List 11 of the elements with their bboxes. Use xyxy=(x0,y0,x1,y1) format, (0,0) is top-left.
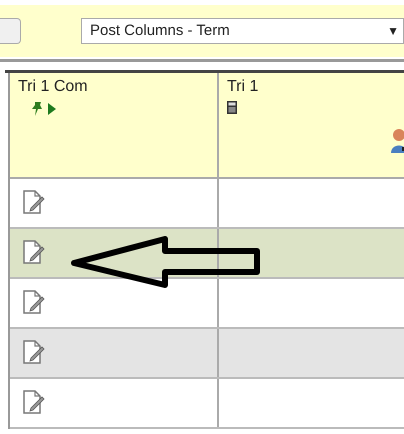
edit-document-icon[interactable] xyxy=(22,289,46,315)
pushpin-icon[interactable] xyxy=(30,101,44,117)
play-icon[interactable] xyxy=(48,103,56,115)
column-header[interactable]: Tri 1 xyxy=(219,73,404,177)
edit-document-icon[interactable] xyxy=(22,189,46,215)
edit-document-icon[interactable] xyxy=(22,389,46,415)
column-header[interactable]: Tri 1 Com xyxy=(10,73,219,177)
edit-document-icon[interactable] xyxy=(22,239,46,265)
edit-document-icon[interactable] xyxy=(22,339,46,365)
calculator-icon[interactable] xyxy=(227,101,237,114)
post-columns-dropdown[interactable]: Post Columns - Term ▼ xyxy=(81,18,404,44)
